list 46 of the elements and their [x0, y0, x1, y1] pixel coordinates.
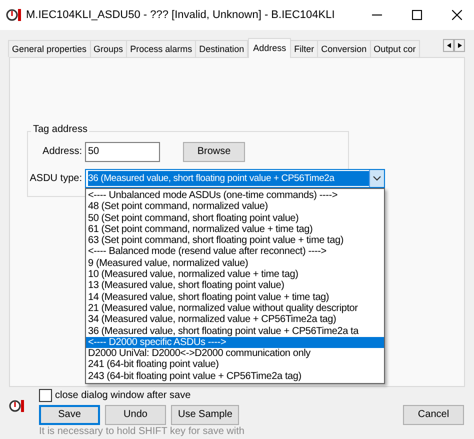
dropdown-option[interactable]: 21 (Measured value, normalized value without quality descriptor — [86, 302, 384, 314]
dialog-button[interactable]: Use Sample — [171, 405, 240, 425]
asdu-type-label: ASDU type: — [28, 172, 82, 184]
tab[interactable]: Destination — [195, 40, 248, 57]
tab[interactable]: Output cor — [370, 40, 420, 57]
scroll-left-button[interactable] — [443, 39, 454, 52]
checkbox-label[interactable]: close dialog window after save — [55, 390, 191, 402]
dialog-button[interactable]: Undo — [105, 405, 166, 425]
asdu-type-dropdown[interactable]: 36 (Measured value, short floating point value + CP56Time2a — [85, 169, 385, 188]
dropdown-option[interactable]: <---- D2000 specific ASDUs ----> — [86, 336, 384, 348]
dropdown-option[interactable]: 34 (Measured value, normalized value + CP56Time2a tag) — [86, 314, 384, 326]
app-icon — [6, 8, 22, 22]
dropdown-option[interactable]: 241 (64-bit floating point value) — [86, 359, 384, 371]
browse-button[interactable]: Browse — [183, 142, 245, 162]
dropdown-option[interactable]: 13 (Measured value, short floating point value) — [86, 280, 384, 292]
maximize-icon[interactable] — [412, 10, 422, 20]
dropdown-option[interactable]: D2000 UniVal: D2000<->D2000 communication only — [86, 348, 384, 360]
dropdown-option[interactable]: 36 (Measured value, short floating point value + CP56Time2a ta — [86, 326, 384, 337]
scroll-right-button[interactable] — [454, 39, 465, 52]
cancel-button[interactable]: Cancel — [403, 405, 464, 425]
dropdown-option[interactable]: 48 (Set point command, normalized value) — [86, 201, 384, 213]
dropdown-option[interactable]: 61 (Set point command, normalized value + time tag) — [86, 224, 384, 236]
checkbox[interactable] — [39, 389, 52, 402]
window-title: M.IEC104KLI_ASDU50 - ??? [Invalid, Unknown] - B.IEC104KLI — [26, 9, 335, 21]
right-arrow-icon — [458, 43, 462, 48]
dropdown-option[interactable]: 9 (Measured value, normalized value) — [86, 258, 384, 270]
tab[interactable]: Groups — [90, 40, 128, 57]
tab[interactable]: General properties — [8, 40, 91, 57]
dropdown-option[interactable]: 14 (Measured value, short floating point value + time tag) — [86, 292, 384, 303]
address-field[interactable]: 50 — [85, 142, 160, 162]
address-label: Address: — [42, 146, 82, 158]
left-arrow-icon — [446, 43, 450, 48]
group-title: Tag address — [31, 124, 90, 136]
dropdown-option[interactable]: 243 (64-bit floating point value + CP56Time2a tag) — [86, 370, 384, 382]
dropdown-option[interactable]: <---- Balanced mode (resend value after reconnect) ----> — [86, 246, 384, 258]
close-icon[interactable] — [452, 10, 462, 20]
hint-text: It is necessary to hold SHIFT key for save with — [39, 426, 244, 437]
dropdown-option[interactable]: 63 (Set point command, short floating point value + time tag) — [86, 235, 384, 246]
dropdown-option[interactable]: <---- Unbalanced mode ASDUs (one-time commands) ----> — [86, 190, 384, 202]
dropdown-option[interactable]: 50 (Set point command, short floating point value) — [86, 212, 384, 224]
tab[interactable]: Address — [248, 38, 292, 58]
dropdown-button[interactable] — [369, 170, 384, 187]
dialog-button[interactable]: Save — [39, 405, 100, 425]
dropdown-option[interactable]: 10 (Measured value, normalized value + time tag) — [86, 269, 384, 280]
chevron-icon — [373, 176, 381, 181]
app-icon — [9, 399, 25, 413]
